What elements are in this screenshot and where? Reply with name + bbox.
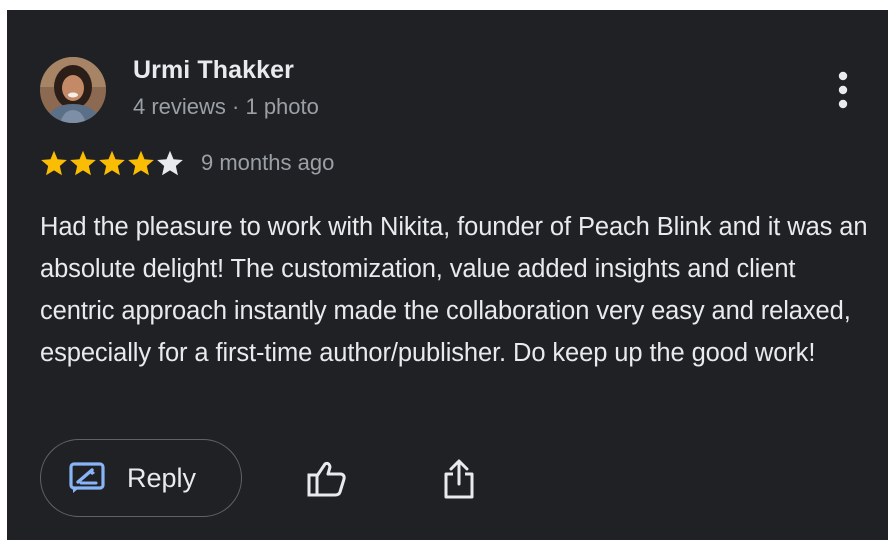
more-options-button[interactable] <box>825 66 861 114</box>
rating-row: 9 months ago <box>40 149 334 177</box>
like-button[interactable] <box>303 455 351 503</box>
star-filled-icon <box>41 150 67 176</box>
avatar-photo <box>40 57 106 123</box>
share-icon <box>444 459 474 499</box>
review-text: Had the pleasure to work with Nikita, fo… <box>40 213 868 367</box>
reviewer-name[interactable]: Urmi Thakker <box>133 56 294 85</box>
thumbs-up-icon <box>307 461 346 497</box>
star-empty-icon <box>157 150 183 176</box>
reply-label: Reply <box>127 462 197 493</box>
share-button[interactable] <box>435 453 483 505</box>
star-filled-icon <box>128 150 154 176</box>
reviewer-meta: 4 reviews · 1 photo <box>133 94 319 119</box>
review-time: 9 months ago <box>201 150 335 175</box>
more-vert-icon <box>838 71 848 109</box>
reply-icon <box>69 462 105 493</box>
reply-button[interactable]: Reply <box>40 439 242 517</box>
star-filled-icon <box>99 150 125 176</box>
star-rating <box>40 149 184 177</box>
reviewer-avatar[interactable] <box>40 57 106 123</box>
star-filled-icon <box>70 150 96 176</box>
review-card: Urmi Thakker 4 reviews · 1 photo 9 month… <box>7 10 888 540</box>
